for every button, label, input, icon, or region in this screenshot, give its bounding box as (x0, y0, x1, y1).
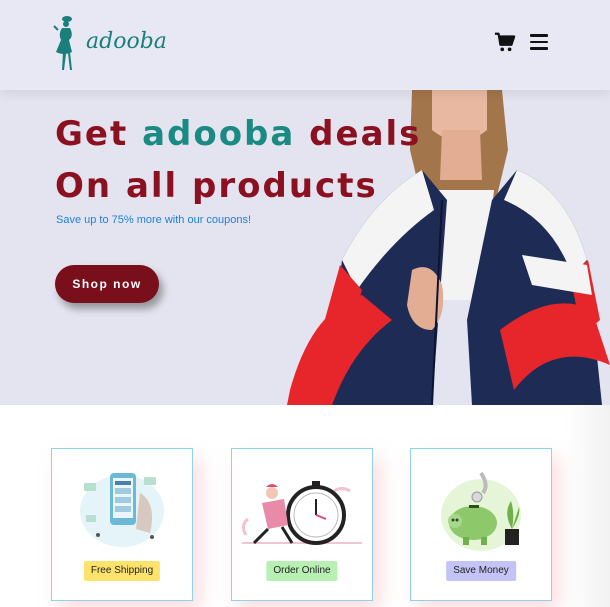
hamburger-menu-icon[interactable] (530, 34, 548, 50)
feature-card-free-shipping[interactable]: Free Shipping (51, 448, 193, 601)
hero-title-prefix: Get (55, 114, 143, 154)
feature-label: Order Online (266, 561, 338, 581)
shopping-cart-icon[interactable] (494, 31, 516, 53)
hero-title-brand: adooba (142, 114, 296, 154)
hero-section: Get adooba deals On all products Save up… (0, 90, 610, 405)
hero-title-line2: On all products (55, 166, 378, 206)
menu-bar (530, 34, 548, 37)
menu-bar (530, 40, 548, 43)
hero-title-line1: Get adooba deals (55, 108, 421, 160)
site-header: adooba (0, 0, 610, 90)
hero-title: Get adooba deals On all products (55, 108, 421, 212)
logo[interactable]: adooba (52, 12, 167, 72)
piggy-bank-illustration (441, 471, 521, 551)
scroll-fade (565, 405, 610, 607)
shop-now-button[interactable]: Shop now (55, 265, 159, 303)
hero-title-suffix: deals (295, 114, 422, 154)
logo-text: adooba (86, 28, 167, 54)
feature-label: Save Money (446, 561, 516, 581)
menu-bar (530, 47, 548, 50)
feature-card-order-online[interactable]: Order Online (231, 448, 373, 601)
logo-woman-icon (53, 16, 72, 70)
phone-shipping-illustration (80, 473, 164, 547)
feature-label: Free Shipping (83, 561, 161, 581)
delivery-clock-illustration (241, 481, 362, 545)
features-section: Free Shipping Order Online Save Money (0, 405, 610, 607)
hero-subtitle: Save up to 75% more with our coupons! (56, 214, 252, 226)
feature-card-save-money[interactable]: Save Money (410, 448, 552, 601)
